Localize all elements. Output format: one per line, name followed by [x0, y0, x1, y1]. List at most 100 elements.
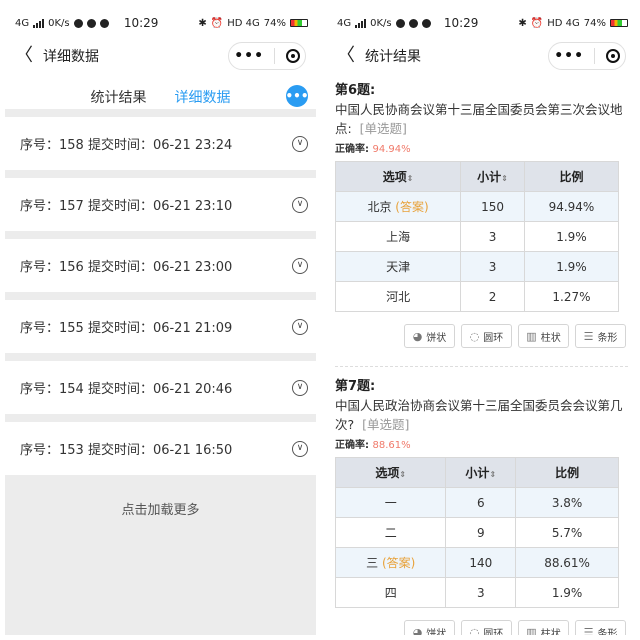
app-notification-icon [73, 18, 83, 28]
column-header-ratio: 比例 [523, 161, 620, 192]
clock: 10:29 [123, 16, 159, 30]
pie-chart-icon: ◕ [412, 625, 423, 636]
status-bar: 4G 0K/s 10:29 ✱ ⏰ HD 4G 74% [327, 5, 636, 41]
correct-rate: 正确率: 94.94% [335, 144, 411, 155]
table-row: 上海 3 1.9% [334, 221, 620, 252]
bluetooth-icon: ✱ [518, 17, 527, 29]
sort-icon: ⇕ [399, 470, 407, 479]
more-dots-icon[interactable]: ••• [234, 48, 264, 64]
nav-bar: 〈 统计结果 ••• [327, 41, 636, 71]
horizontal-bar-button[interactable]: ☰ 条形 [575, 324, 626, 348]
answer-tag: (答案) [395, 200, 429, 214]
ring-chart-button[interactable]: ◌ 圆环 [461, 324, 512, 348]
sort-icon: ⇕ [489, 470, 497, 479]
battery-label: 74% [263, 17, 286, 29]
correct-rate: 正确率: 88.61% [335, 440, 411, 451]
horizontal-bar-icon: ☰ [583, 625, 594, 636]
clock: 10:29 [443, 16, 479, 30]
pie-chart-icon: ◕ [412, 329, 423, 343]
hd-network-label: HD 4G [547, 17, 580, 29]
question-title: 第6题: [335, 83, 376, 98]
battery-icon [610, 19, 628, 27]
bar-chart-button[interactable]: ▥ 柱状 [518, 620, 569, 635]
list-item[interactable]: 序号：155 提交时间：06-21 21:09 ∨ [5, 300, 316, 353]
battery-icon [290, 19, 308, 27]
list-item[interactable]: 序号：156 提交时间：06-21 23:00 ∨ [5, 239, 316, 292]
chevron-down-icon[interactable]: ∨ [292, 196, 308, 213]
bluetooth-icon: ✱ [198, 17, 207, 29]
load-more-button[interactable]: 点击加载更多 [5, 483, 316, 518]
chart-type-buttons: ◕ 饼状 ◌ 圆环 ▥ 柱状 ☰ 条形 [335, 324, 628, 348]
bar-chart-icon: ▥ [526, 625, 537, 636]
chevron-down-icon[interactable]: ∨ [292, 318, 308, 335]
back-arrow-icon[interactable]: 〈 [337, 47, 357, 65]
list-item[interactable]: 序号：157 提交时间：06-21 23:10 ∨ [5, 178, 316, 231]
list-item[interactable]: 序号：158 提交时间：06-21 23:24 ∨ [5, 117, 316, 170]
question-title: 第7题: [335, 379, 376, 394]
table-row: 河北 2 1.27% [334, 281, 620, 312]
network-label: 4G [337, 17, 352, 29]
result-table: 选项⇕ 小计⇕ 比例 一 6 3.8% 二 9 5.7% 三 (答案) 140 88.61… [334, 457, 619, 608]
back-arrow-icon[interactable]: 〈 [15, 47, 35, 65]
column-header-count[interactable]: 小计⇕ [445, 457, 517, 488]
battery-label: 74% [583, 17, 606, 29]
more-dots-icon[interactable]: ••• [554, 48, 584, 64]
page-title: 统计结果 [365, 49, 421, 65]
miniapp-capsule: ••• [548, 42, 626, 70]
speed-label: 0K/s [48, 17, 70, 29]
table-row: 二 9 5.7% [334, 517, 619, 548]
alarm-icon: ⏰ [210, 17, 224, 29]
column-header-count[interactable]: 小计⇕ [460, 161, 525, 192]
qq-notification-icon [99, 18, 109, 28]
question-type: [单选题] [362, 417, 410, 432]
speed-label: 0K/s [370, 17, 392, 29]
sort-icon: ⇕ [406, 174, 414, 183]
submission-list: 序号：158 提交时间：06-21 23:24 ∨ 序号：157 提交时间：06-… [5, 109, 316, 635]
alarm-icon: ⏰ [530, 17, 544, 29]
column-header-option[interactable]: 选项⇕ [334, 457, 447, 488]
detail-data-screen: 4G 0K/s 10:29 ✱ ⏰ HD 4G 74% 〈 详细数据 ••• 统… [5, 5, 316, 635]
nav-bar: 〈 详细数据 ••• [5, 41, 316, 71]
table-row: 一 6 3.8% [334, 487, 619, 518]
qq-notification-icon [421, 18, 431, 28]
chevron-down-icon[interactable]: ∨ [292, 135, 308, 152]
pie-chart-button[interactable]: ◕ 饼状 [404, 620, 455, 635]
statistics-screen: 4G 0K/s 10:29 ✱ ⏰ HD 4G 74% 〈 统计结果 ••• 第… [327, 5, 636, 635]
pie-chart-button[interactable]: ◕ 饼状 [404, 324, 455, 348]
chevron-down-icon[interactable]: ∨ [292, 257, 308, 274]
network-label: 4G [15, 17, 30, 29]
close-target-icon[interactable] [285, 49, 300, 63]
miniapp-capsule: ••• [228, 42, 306, 70]
ring-chart-icon: ◌ [469, 329, 480, 343]
app-notification-icon [395, 18, 405, 28]
table-row: 北京 (答案) 150 94.94% [334, 191, 620, 222]
chevron-down-icon[interactable]: ∨ [292, 379, 308, 396]
chat-notification-icon [86, 18, 96, 28]
question-type: [单选题] [359, 121, 407, 136]
chat-notification-icon [408, 18, 418, 28]
question-text: 中国人民政治协商会议第十三届全国委员会会议第几次? [单选题] [335, 398, 623, 432]
ring-chart-button[interactable]: ◌ 圆环 [461, 620, 512, 635]
list-item[interactable]: 序号：154 提交时间：06-21 20:46 ∨ [5, 361, 316, 414]
close-target-icon[interactable] [605, 49, 620, 63]
more-options-button[interactable]: ••• [286, 85, 309, 107]
sort-icon: ⇕ [501, 174, 508, 183]
hd-network-label: HD 4G [227, 17, 260, 29]
list-item[interactable]: 序号：153 提交时间：06-21 16:50 ∨ [5, 422, 316, 475]
status-bar: 4G 0K/s 10:29 ✱ ⏰ HD 4G 74% [5, 5, 316, 41]
ring-chart-icon: ◌ [469, 625, 480, 636]
answer-tag: (答案) [381, 556, 416, 570]
signal-icon [355, 18, 367, 28]
horizontal-bar-button[interactable]: ☰ 条形 [575, 620, 626, 635]
table-row: 三 (答案) 140 88.61% [334, 547, 619, 578]
chart-type-buttons: ◕ 饼状 ◌ 圆环 ▥ 柱状 ☰ 条形 [335, 620, 628, 635]
column-header-option[interactable]: 选项⇕ [334, 161, 462, 192]
result-table: 选项⇕ 小计⇕ 比例 北京 (答案) 150 94.94% 上海 3 1.9% 天津 3… [334, 161, 620, 312]
horizontal-bar-icon: ☰ [583, 329, 594, 343]
page-title: 详细数据 [43, 49, 99, 65]
bar-chart-button[interactable]: ▥ 柱状 [518, 324, 569, 348]
chevron-down-icon[interactable]: ∨ [292, 440, 308, 457]
signal-icon [33, 18, 45, 28]
table-row: 四 3 1.9% [334, 577, 619, 608]
bar-chart-icon: ▥ [526, 329, 537, 343]
